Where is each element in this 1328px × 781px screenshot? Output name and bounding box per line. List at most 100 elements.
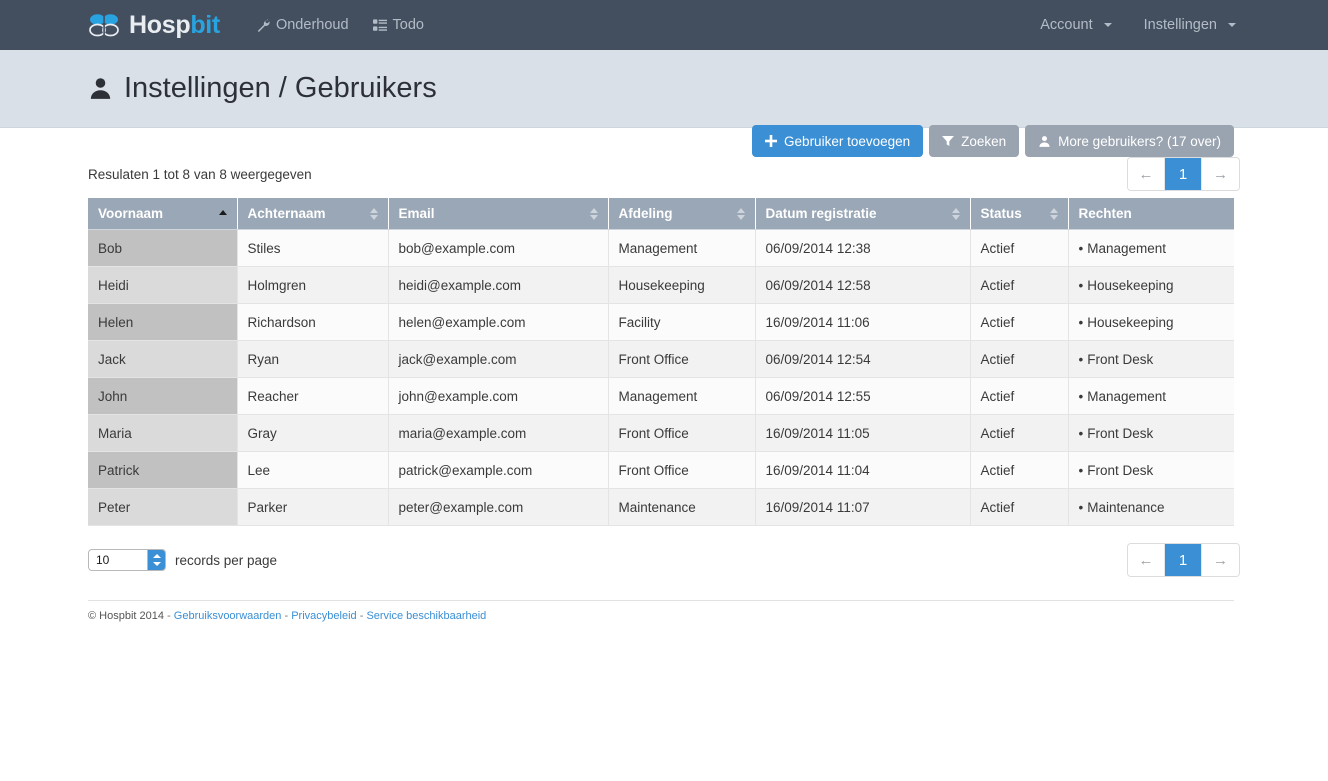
cell-rechten-label: Management xyxy=(1087,240,1167,256)
sort-ascending-icon xyxy=(218,207,228,221)
sort-none-icon xyxy=(736,207,746,221)
nav-menu-account-label: Account xyxy=(1040,17,1093,33)
cell-status: Actief xyxy=(970,377,1069,415)
cell-achternaam: Ryan xyxy=(237,340,389,378)
cell-rechten-label: Front Desk xyxy=(1087,462,1154,478)
cell-voornaam: Heidi xyxy=(88,266,238,304)
navbar-right-menus: Account Instellingen xyxy=(1038,0,1238,50)
cell-datum-registratie: 06/09/2014 12:55 xyxy=(755,377,971,415)
cell-rechten-label: Management xyxy=(1087,388,1167,404)
cell-achternaam: Holmgren xyxy=(237,266,389,304)
cell-datum-registratie: 16/09/2014 11:04 xyxy=(755,451,971,489)
chevron-down-icon xyxy=(1228,23,1236,27)
cell-rechten-label: Front Desk xyxy=(1087,425,1154,441)
cell-voornaam: John xyxy=(88,377,238,415)
table-row[interactable]: Jack Ryan jack@example.com Front Office 06/0… xyxy=(88,340,1234,378)
nav-item-onderhoud[interactable]: Onderhoud xyxy=(254,13,351,37)
cell-voornaam: Helen xyxy=(88,303,238,341)
add-user-button-label: Gebruiker toevoegen xyxy=(784,133,911,149)
cell-achternaam: Richardson xyxy=(237,303,389,341)
cell-rechten-label: Housekeeping xyxy=(1087,314,1174,330)
footer-separator: - xyxy=(359,610,364,622)
cell-voornaam: Peter xyxy=(88,488,238,526)
cell-status: Actief xyxy=(970,414,1069,452)
footer-copyright: © Hospbit 2014 xyxy=(88,610,164,622)
table-row[interactable]: Maria Gray maria@example.com Front Office 16… xyxy=(88,414,1234,452)
cell-afdeling: Front Office xyxy=(608,451,756,489)
table-row[interactable]: Helen Richardson helen@example.com Facility… xyxy=(88,303,1234,341)
search-button-label: Zoeken xyxy=(961,133,1007,149)
cell-rechten: • Management xyxy=(1068,229,1234,267)
table-row[interactable]: John Reacher john@example.com Management 06/… xyxy=(88,377,1234,415)
nav-item-todo[interactable]: Todo xyxy=(371,13,426,37)
bullet-icon: • xyxy=(1078,240,1084,256)
pagination-bottom-next-button[interactable]: → xyxy=(1202,544,1239,576)
nav-menu-account[interactable]: Account xyxy=(1038,13,1113,37)
footer-link-service-availability[interactable]: Service beschikbaarheid xyxy=(366,610,486,622)
cell-rechten: • Maintenance xyxy=(1068,488,1234,526)
column-header-achternaam[interactable]: Achternaam xyxy=(237,198,389,230)
column-header-rechten[interactable]: Rechten xyxy=(1068,198,1234,230)
column-header-voornaam[interactable]: Voornaam xyxy=(88,198,238,230)
column-header-datum-registratie-label: Datum registratie xyxy=(765,206,877,221)
pagination-bottom-prev-button[interactable]: ← xyxy=(1128,544,1165,576)
cell-email: bob@example.com xyxy=(388,229,609,267)
nav-item-todo-label: Todo xyxy=(392,17,424,33)
pagination-page-1-button[interactable]: 1 xyxy=(1165,158,1202,190)
cell-afdeling: Housekeeping xyxy=(608,266,756,304)
cell-achternaam: Reacher xyxy=(237,377,389,415)
cell-datum-registratie: 16/09/2014 11:06 xyxy=(755,303,971,341)
cell-achternaam: Lee xyxy=(237,451,389,489)
users-table: Voornaam Achternaam Email Afdeling Datum… xyxy=(88,198,1234,526)
footer-separator: - xyxy=(284,610,289,622)
footer-link-terms[interactable]: Gebruiksvoorwaarden xyxy=(174,610,282,622)
bullet-icon: • xyxy=(1078,277,1084,293)
records-per-page-select[interactable]: 10 xyxy=(88,549,166,571)
cell-email: patrick@example.com xyxy=(388,451,609,489)
stepper-arrows-icon[interactable] xyxy=(147,550,165,570)
sort-none-icon xyxy=(589,207,599,221)
cell-datum-registratie: 06/09/2014 12:38 xyxy=(755,229,971,267)
tasks-list-icon xyxy=(372,18,387,32)
cell-achternaam: Parker xyxy=(237,488,389,526)
cell-rechten-label: Housekeeping xyxy=(1087,277,1174,293)
column-header-email-label: Email xyxy=(398,206,435,221)
cell-status: Actief xyxy=(970,266,1069,304)
column-header-status-label: Status xyxy=(980,206,1022,221)
table-row[interactable]: Bob Stiles bob@example.com Management 06/09/… xyxy=(88,229,1234,267)
records-per-page-label: records per page xyxy=(175,552,278,568)
main-content: Resulaten 1 tot 8 van 8 weergegeven ← 1 … xyxy=(0,154,1328,622)
column-header-status[interactable]: Status xyxy=(970,198,1069,230)
add-user-button[interactable]: Gebruiker toevoegen xyxy=(752,125,924,157)
column-header-email[interactable]: Email xyxy=(388,198,609,230)
cell-voornaam: Jack xyxy=(88,340,238,378)
footer-link-privacy[interactable]: Privacybeleid xyxy=(291,610,356,622)
column-header-afdeling[interactable]: Afdeling xyxy=(608,198,756,230)
pagination-bottom: ← 1 → xyxy=(1127,543,1240,577)
cell-status: Actief xyxy=(970,451,1069,489)
brand-logo-link[interactable]: Hospbit xyxy=(88,12,220,38)
wrench-icon xyxy=(256,18,270,32)
brand-name: Hospbit xyxy=(129,10,220,39)
table-row[interactable]: Patrick Lee patrick@example.com Front Offic… xyxy=(88,451,1234,489)
brand-name-dark: Hosp xyxy=(129,10,191,39)
more-users-button-label: More gebruikers? (17 over) xyxy=(1058,133,1221,149)
cell-rechten: • Housekeeping xyxy=(1068,303,1234,341)
pagination-top: ← 1 → xyxy=(1127,157,1240,191)
navbar-links: Onderhoud Todo xyxy=(254,13,426,37)
pagination-prev-button[interactable]: ← xyxy=(1128,158,1165,190)
table-row[interactable]: Peter Parker peter@example.com Maintenance 1… xyxy=(88,488,1234,526)
cell-email: peter@example.com xyxy=(388,488,609,526)
pagination-next-button[interactable]: → xyxy=(1202,158,1239,190)
cell-afdeling: Front Office xyxy=(608,414,756,452)
search-button[interactable]: Zoeken xyxy=(929,125,1020,157)
pagination-bottom-page-1-button[interactable]: 1 xyxy=(1165,544,1202,576)
column-header-datum-registratie[interactable]: Datum registratie xyxy=(755,198,971,230)
nav-menu-instellingen[interactable]: Instellingen xyxy=(1142,13,1238,37)
bullet-icon: • xyxy=(1078,314,1084,330)
table-row[interactable]: Heidi Holmgren heidi@example.com Housekeepi… xyxy=(88,266,1234,304)
cell-voornaam: Bob xyxy=(88,229,238,267)
more-users-button[interactable]: More gebruikers? (17 over) xyxy=(1025,125,1234,157)
user-icon xyxy=(1038,135,1051,148)
footer-separator: - xyxy=(167,610,171,622)
